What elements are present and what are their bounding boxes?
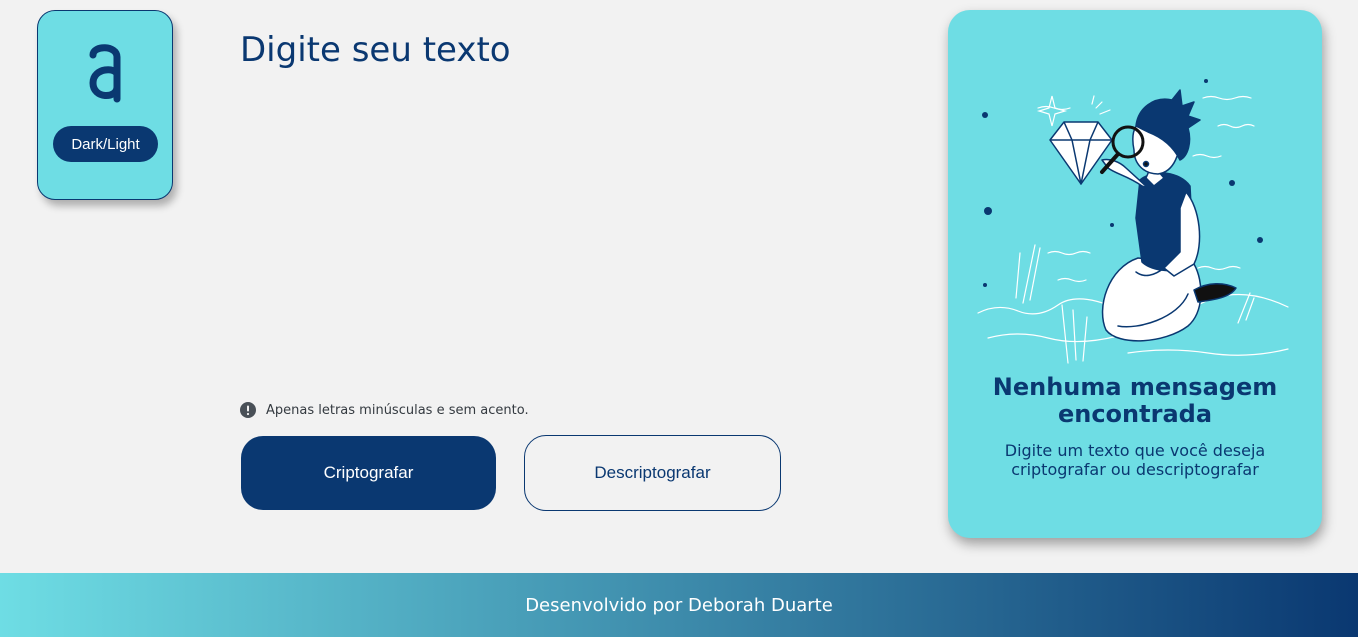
exclamation-circle-icon bbox=[240, 402, 256, 418]
input-hint: Apenas letras minúsculas e sem acento. bbox=[240, 402, 529, 418]
footer: Desenvolvido por Deborah Duarte bbox=[0, 573, 1358, 637]
logo-card: Dark/Light bbox=[37, 10, 173, 200]
searching-person-illustration bbox=[977, 79, 1289, 364]
encrypt-button[interactable]: Criptografar bbox=[241, 436, 496, 510]
message-input[interactable] bbox=[240, 30, 880, 380]
theme-toggle-button[interactable]: Dark/Light bbox=[53, 126, 158, 162]
output-description-line-1: Digite um texto que você deseja bbox=[1004, 441, 1266, 460]
output-panel: Nenhuma mensagem encontrada Digite um te… bbox=[948, 10, 1322, 538]
output-title-line-1: Nenhuma mensagem bbox=[992, 373, 1278, 401]
output-description-line-2: criptografar ou descriptografar bbox=[1011, 460, 1259, 479]
output-title-line-2: encontrada bbox=[1057, 400, 1213, 428]
output-title: Nenhuma mensagem encontrada bbox=[948, 374, 1322, 428]
footer-credit: Desenvolvido por Deborah Duarte bbox=[525, 594, 833, 616]
output-description: Digite um texto que você deseja criptogr… bbox=[978, 441, 1292, 479]
alura-a-logo-icon bbox=[89, 44, 121, 103]
hint-text: Apenas letras minúsculas e sem acento. bbox=[266, 402, 529, 418]
decrypt-button[interactable]: Descriptografar bbox=[524, 435, 781, 511]
